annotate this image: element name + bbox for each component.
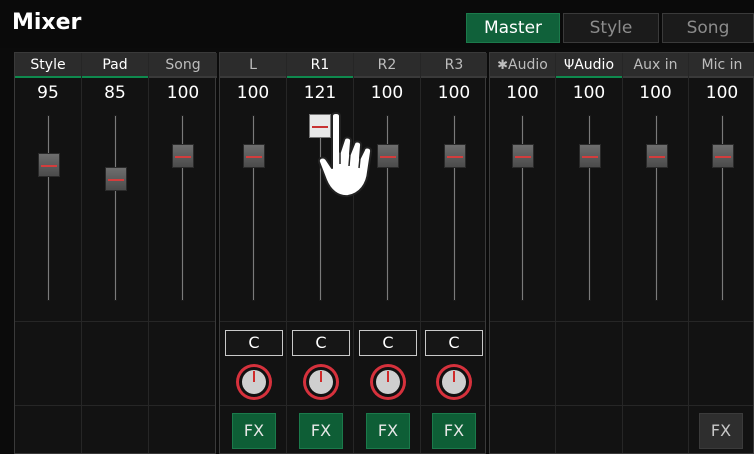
fader-track[interactable] xyxy=(114,115,117,301)
channel-volume-value: 100 xyxy=(506,83,539,103)
pan-dial[interactable] xyxy=(370,364,406,400)
mixer-group-accompaniment: Style 95 Pad 85 Song 100 xyxy=(14,52,217,454)
channel-volume-value: 85 xyxy=(104,83,126,103)
channel-usb-audio: ΨAudio 100 xyxy=(556,53,623,453)
fader-knob[interactable] xyxy=(579,144,601,168)
fx-button[interactable]: FX xyxy=(699,413,743,449)
channel-label[interactable]: ✱Audio xyxy=(490,53,555,78)
fader-knob[interactable] xyxy=(38,153,60,177)
fader-knob[interactable] xyxy=(172,144,194,168)
fader-knob[interactable] xyxy=(646,144,668,168)
channel-aux-in: Aux in 100 xyxy=(623,53,689,453)
channel-bluetooth-audio: ✱Audio 100 xyxy=(490,53,556,453)
fader-track[interactable] xyxy=(47,115,50,301)
pan-dial[interactable] xyxy=(436,364,472,400)
channel-volume-value: 100 xyxy=(166,83,200,103)
channel-volume-value: 100 xyxy=(705,83,739,103)
channel-volume-value: 100 xyxy=(437,83,471,103)
fader-knob[interactable] xyxy=(444,144,466,168)
fader-track[interactable] xyxy=(655,115,658,301)
channel-label[interactable]: R2 xyxy=(354,53,420,78)
pan-value[interactable]: C xyxy=(225,330,283,356)
page-title: Mixer xyxy=(12,10,82,35)
channel-label[interactable]: Song xyxy=(149,53,217,78)
fx-button[interactable]: FX xyxy=(232,413,276,449)
channel-volume-value: 100 xyxy=(572,83,606,103)
pan-dial[interactable] xyxy=(303,364,339,400)
channel-label[interactable]: L xyxy=(220,53,286,78)
channel-label[interactable]: R1 xyxy=(287,53,353,78)
title-bar: Mixer Master Style Song xyxy=(0,0,754,48)
tab-master[interactable]: Master xyxy=(466,13,560,43)
pan-value[interactable]: C xyxy=(425,330,483,356)
channel-label[interactable]: Style xyxy=(15,53,81,78)
channel-volume-value: 100 xyxy=(639,83,672,103)
pan-value[interactable]: C xyxy=(292,330,350,356)
pan-value[interactable]: C xyxy=(359,330,417,356)
channel-pad: Pad 85 xyxy=(82,53,149,453)
usb-icon: Ψ xyxy=(563,58,575,73)
fader-track[interactable] xyxy=(181,115,184,301)
channel-label[interactable]: Mic in xyxy=(689,53,754,78)
channel-volume-value: 95 xyxy=(37,83,59,103)
fx-button[interactable]: FX xyxy=(432,413,476,449)
channel-label[interactable]: ΨAudio xyxy=(556,53,622,78)
touch-hand-icon xyxy=(318,112,373,198)
bluetooth-icon: ✱ xyxy=(497,58,509,73)
fader-track[interactable] xyxy=(588,115,591,301)
channel-style: Style 95 xyxy=(15,53,82,453)
channel-volume-value: 100 xyxy=(370,83,404,103)
pan-dial[interactable] xyxy=(236,364,272,400)
channel-label[interactable]: Pad xyxy=(82,53,148,78)
fader-knob[interactable] xyxy=(105,167,127,191)
channel-label[interactable]: Aux in xyxy=(623,53,688,78)
fader-track[interactable] xyxy=(721,115,724,301)
tab-song[interactable]: Song xyxy=(662,13,754,43)
fx-button[interactable]: FX xyxy=(299,413,343,449)
channel-mic-in: Mic in 100 FX xyxy=(689,53,754,453)
fx-button[interactable]: FX xyxy=(366,413,410,449)
fader-track[interactable] xyxy=(521,115,524,301)
channel-volume-value: 121 xyxy=(303,83,337,103)
fader-track[interactable] xyxy=(453,115,456,301)
fader-knob[interactable] xyxy=(243,144,265,168)
mixer-group-inputs: ✱Audio 100 ΨAudio 100 Aux in 100 Mic in … xyxy=(489,52,754,454)
channel-l: L 100 C FX xyxy=(220,53,287,453)
channel-label[interactable]: R3 xyxy=(421,53,487,78)
tab-style[interactable]: Style xyxy=(563,13,659,43)
channel-volume-value: 100 xyxy=(236,83,270,103)
channel-r3: R3 100 C FX xyxy=(421,53,487,453)
fader-knob[interactable] xyxy=(712,144,734,168)
channel-song: Song 100 xyxy=(149,53,217,453)
fader-track[interactable] xyxy=(252,115,255,301)
fader-knob[interactable] xyxy=(512,144,534,168)
